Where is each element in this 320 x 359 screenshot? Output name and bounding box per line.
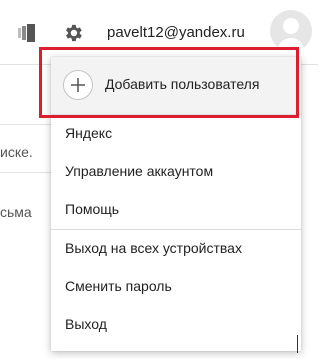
menu-item-label: Яндекс	[65, 125, 113, 141]
menu-item-label: Выход	[65, 316, 107, 332]
background-text: сьма	[0, 204, 32, 220]
menu-item-label: Управление аккаунтом	[65, 163, 214, 179]
account-email[interactable]: pavelt12@yandex.ru	[107, 24, 245, 41]
highlight-frame	[39, 47, 299, 118]
menu-item-yandex[interactable]: Яндекс	[51, 115, 301, 153]
user-avatar-icon[interactable]	[270, 10, 312, 52]
panels-icon[interactable]	[18, 24, 36, 42]
divider	[0, 124, 52, 125]
page: pavelt12@yandex.ru иске. сьма Добавить п…	[0, 0, 318, 359]
menu-item-logout[interactable]: Выход	[51, 306, 301, 344]
menu-item-help[interactable]: Помощь	[51, 191, 301, 229]
gear-icon[interactable]	[62, 22, 84, 44]
divider	[0, 172, 52, 173]
menu-item-manage-account[interactable]: Управление аккаунтом	[51, 153, 301, 191]
menu-item-label: Выход на всех устройствах	[65, 240, 242, 256]
menu-item-change-password[interactable]: Сменить пароль	[51, 268, 301, 306]
menu-item-label: Сменить пароль	[65, 278, 172, 294]
menu-item-label: Помощь	[65, 201, 120, 217]
menu-item-logout-all-devices[interactable]: Выход на всех устройствах	[51, 230, 301, 268]
divider	[297, 335, 298, 353]
background-text: иске.	[0, 144, 33, 160]
